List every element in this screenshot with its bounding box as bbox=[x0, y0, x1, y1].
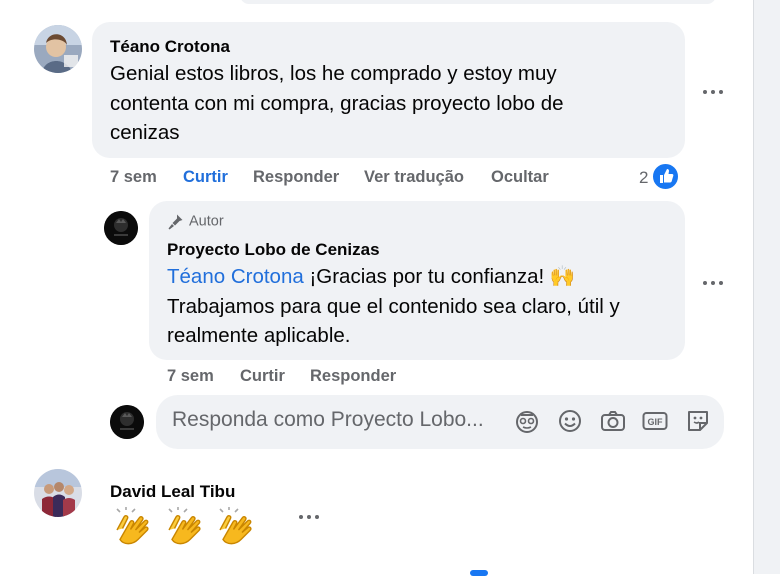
reaction-count[interactable]: 2 bbox=[639, 168, 648, 188]
comment-actions: 7 sem Curtir Responder Ver tradução Ocul… bbox=[110, 168, 580, 190]
hide-button[interactable]: Ocultar bbox=[491, 168, 549, 187]
reply-input[interactable] bbox=[172, 405, 512, 435]
previous-comment-bubble bbox=[240, 0, 716, 4]
comment-text-line: contenta con mi compra, gracias proyecto… bbox=[110, 91, 564, 115]
reply-more-options-icon[interactable] bbox=[703, 278, 725, 288]
reply-timestamp[interactable]: 7 sem bbox=[167, 367, 214, 386]
reply-button[interactable]: Responder bbox=[310, 367, 396, 386]
author-badge-label: Autor bbox=[189, 213, 224, 230]
author-badge: Autor bbox=[167, 213, 224, 230]
commenter-name[interactable]: David Leal Tibu bbox=[110, 482, 235, 502]
clapping-hands-icon bbox=[168, 507, 201, 545]
comment-text-line: Genial estos libros, los he comprado y e… bbox=[110, 62, 557, 85]
clapping-hands-icon bbox=[219, 507, 252, 545]
reply-text: Téano Crotona ¡Gracias por tu confianza!… bbox=[167, 262, 620, 351]
reply-text-fragment: ¡Gracias por tu confianza! 🙌 bbox=[303, 265, 576, 288]
scroll-indicator bbox=[470, 570, 488, 576]
translate-button[interactable]: Ver tradução bbox=[364, 168, 464, 187]
like-icon[interactable] bbox=[651, 162, 680, 191]
commenter-avatar[interactable] bbox=[34, 25, 82, 73]
avatar-icon[interactable] bbox=[513, 407, 541, 435]
clapping-hands-icon bbox=[116, 507, 149, 545]
comment-more-options-icon[interactable] bbox=[299, 512, 321, 522]
comment-emoji-content: 👏👏👏 bbox=[110, 506, 270, 560]
gif-icon[interactable]: GIF bbox=[641, 407, 669, 435]
reply-composer: GIF bbox=[156, 395, 724, 449]
composer-avatar bbox=[110, 405, 144, 439]
comment-text: Genial estos libros, los he comprado y e… bbox=[110, 59, 564, 148]
reply-button[interactable]: Responder bbox=[253, 168, 339, 187]
camera-icon[interactable] bbox=[599, 407, 627, 435]
reply-text-line: Téano Crotona ¡Gracias por tu confianza!… bbox=[167, 262, 620, 292]
page-background-strip bbox=[754, 0, 780, 574]
svg-text:GIF: GIF bbox=[648, 417, 664, 427]
reply-actions: 7 sem Curtir Responder bbox=[167, 367, 427, 389]
emoji-icon[interactable] bbox=[556, 407, 584, 435]
microphone-icon bbox=[167, 213, 184, 230]
like-button[interactable]: Curtir bbox=[183, 168, 228, 187]
reply-text-line: Trabajamos para que el contenido sea cla… bbox=[167, 294, 620, 318]
comment-more-options-icon[interactable] bbox=[703, 87, 725, 97]
commenter-name[interactable]: Téano Crotona bbox=[110, 37, 230, 57]
sticker-icon[interactable] bbox=[684, 407, 712, 435]
comment-timestamp[interactable]: 7 sem bbox=[110, 168, 157, 187]
commenter-avatar[interactable] bbox=[34, 469, 82, 517]
like-button[interactable]: Curtir bbox=[240, 367, 285, 386]
mention-link[interactable]: Téano Crotona bbox=[167, 265, 304, 288]
comment-text-line: cenizas bbox=[110, 121, 180, 144]
reply-text-line: realmente aplicable. bbox=[167, 324, 351, 347]
reply-author-name[interactable]: Proyecto Lobo de Cenizas bbox=[167, 240, 380, 260]
page-avatar[interactable] bbox=[104, 211, 138, 245]
